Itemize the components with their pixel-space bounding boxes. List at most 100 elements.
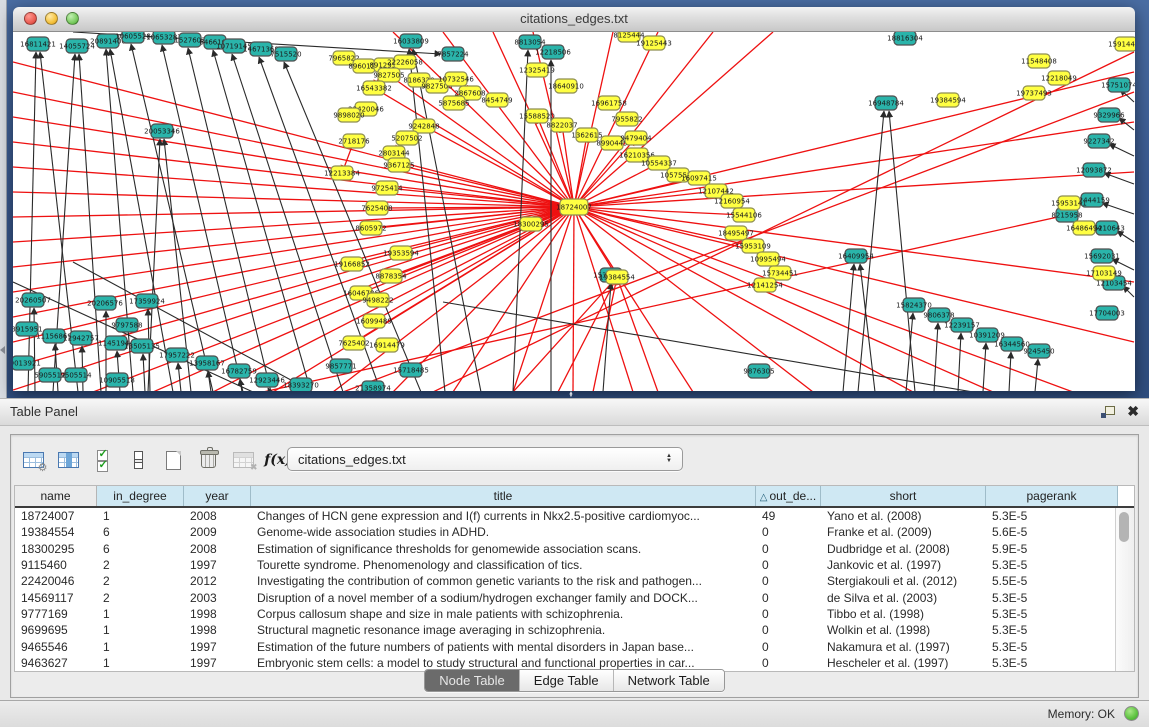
network-window-titlebar[interactable]: citations_edges.txt: [13, 7, 1135, 32]
graph-node-15692031[interactable]: 15692031: [1084, 249, 1120, 263]
graph-node-9505514[interactable]: 9505514: [60, 368, 92, 382]
table-row[interactable]: 1872400712008Changes of HCN gene express…: [15, 508, 1134, 524]
graph-node-18640910[interactable]: 18640910: [548, 79, 584, 93]
create-column-button[interactable]: [157, 444, 189, 476]
row-height-button[interactable]: [122, 444, 154, 476]
graph-node-7515520[interactable]: 7515520: [270, 47, 301, 61]
node-label: 9498222: [362, 296, 393, 304]
graph-node-3915951[interactable]: 3915951: [13, 322, 43, 336]
graph-node-8605972[interactable]: 8605972: [355, 221, 386, 235]
graph-node-2718176[interactable]: 2718176: [338, 134, 370, 148]
cell-out_de: 0: [756, 574, 821, 588]
graph-node-17359924[interactable]: 17359924: [129, 294, 165, 308]
graph-node-7857224[interactable]: 7857224: [437, 47, 469, 61]
graph-node-16033809[interactable]: 16033809: [393, 34, 429, 48]
graph-node-16409954[interactable]: 16409954: [838, 249, 874, 263]
graph-node-9876305[interactable]: 9876305: [743, 364, 774, 378]
node-label: 9857771: [325, 362, 356, 370]
graph-node-16811421[interactable]: 16811421: [20, 37, 56, 51]
graph-node-20053346[interactable]: 20053346: [144, 124, 180, 138]
column-header-name[interactable]: name: [15, 486, 97, 506]
node-label: 17359924: [129, 297, 165, 305]
table-vertical-scrollbar[interactable]: [1115, 508, 1134, 671]
graph-node-18393270[interactable]: 18393270: [283, 378, 319, 391]
collapse-arrow-icon[interactable]: [0, 346, 5, 354]
graph-node-8813054[interactable]: 8813054: [514, 35, 546, 49]
graph-node-8454749[interactable]: 8454749: [481, 93, 512, 107]
graph-node-18724007[interactable]: 18724007: [556, 199, 592, 215]
graph-node-15751074[interactable]: 15751074: [1101, 78, 1135, 92]
graph-node-9827505[interactable]: 9827505: [373, 68, 404, 82]
show-columns-button[interactable]: [52, 444, 84, 476]
table-row[interactable]: 1456911722003Disruption of a novel membe…: [15, 589, 1134, 605]
graph-node-7955822[interactable]: 7955822: [611, 112, 642, 126]
tab-network-table[interactable]: Network Table: [614, 670, 724, 691]
cell-short: Tibbo et al. (1998): [821, 607, 986, 621]
graph-node-12325419[interactable]: 12325419: [519, 63, 555, 77]
graph-node-9806378[interactable]: 9806378: [923, 308, 954, 322]
network-graph-canvas[interactable]: 1681142114055724208914061060552810653287…: [13, 32, 1135, 391]
graph-node-15914403[interactable]: 15914403: [1108, 37, 1135, 51]
graph-node-9498222[interactable]: 9498222: [362, 293, 393, 307]
graph-node-5207502[interactable]: 5207502: [391, 131, 422, 145]
graph-node-9227342[interactable]: 9227342: [1083, 134, 1114, 148]
graph-node-9725414[interactable]: 9725414: [371, 181, 403, 195]
graph-node-7625402[interactable]: 7625402: [338, 336, 369, 350]
graph-node-9797588[interactable]: 9797588: [111, 318, 142, 332]
node-label: 2803144: [378, 149, 410, 157]
table-row[interactable]: 946554611997Estimation of the future num…: [15, 638, 1134, 654]
node-label: 12141254: [747, 281, 783, 289]
graph-node-10995494[interactable]: 10995494: [750, 252, 786, 266]
column-header-pagerank[interactable]: pagerank: [986, 486, 1118, 506]
column-header-out_de[interactable]: △out_de...: [756, 486, 821, 506]
graph-node-17704003[interactable]: 17704003: [1089, 306, 1125, 320]
select-columns-button[interactable]: [87, 444, 119, 476]
graph-node-20206576[interactable]: 20206576: [87, 296, 123, 310]
graph-node-9857771[interactable]: 9857771: [325, 359, 356, 373]
table-panel: Table Panel ✖ f(x) citations_edges.txt ▲…: [0, 398, 1149, 700]
column-header-in_degree[interactable]: in_degree: [97, 486, 184, 506]
left-divider-strip[interactable]: [0, 0, 7, 398]
memory-status-label: Memory: OK: [1048, 707, 1115, 721]
graph-node-15718485[interactable]: 15718485: [393, 363, 429, 377]
graph-node-21358974[interactable]: 21358974: [355, 381, 391, 391]
float-panel-icon[interactable]: [1101, 406, 1115, 418]
citation-edge-red: [558, 277, 617, 391]
scrollbar-thumb[interactable]: [1119, 512, 1129, 542]
graph-node-9898020[interactable]: 9898020: [333, 108, 364, 122]
table-row[interactable]: 969969511998Structural magnetic resonanc…: [15, 622, 1134, 638]
graph-node-7625408[interactable]: 7625408: [361, 201, 392, 215]
graph-node-9245450[interactable]: 9245450: [1023, 344, 1054, 358]
graph-node-19013921[interactable]: 19013921: [13, 356, 41, 370]
graph-node-15544106[interactable]: 15544106: [726, 208, 762, 222]
graph-node-9329966[interactable]: 9329966: [1093, 108, 1125, 122]
column-header-title[interactable]: title: [251, 486, 756, 506]
close-panel-icon[interactable]: ✖: [1127, 403, 1139, 419]
graph-node-8822037[interactable]: 8822037: [546, 118, 577, 132]
graph-node-15824370[interactable]: 15824370: [896, 298, 932, 312]
table-row[interactable]: 911546021997Tourette syndrome. Phenomeno…: [15, 557, 1134, 573]
graph-node-19737493[interactable]: 19737493: [1016, 86, 1052, 100]
table-row[interactable]: 1938455462009Genome-wide association stu…: [15, 524, 1134, 540]
table-selector-combobox[interactable]: citations_edges.txt ▲▼: [287, 447, 683, 471]
table-mode-button[interactable]: [17, 444, 49, 476]
delete-column-button[interactable]: [192, 444, 224, 476]
graph-node-5875685[interactable]: 5875685: [438, 96, 469, 110]
table-row[interactable]: 2242004622012Investigating the contribut…: [15, 573, 1134, 589]
combobox-steppers-icon: ▲▼: [660, 454, 682, 464]
graph-node-19166852[interactable]: 19166852: [334, 257, 370, 271]
tab-edge-table[interactable]: Edge Table: [520, 670, 614, 691]
table-row[interactable]: 977716911998Corpus callosum shape and si…: [15, 606, 1134, 622]
graph-node-16948784[interactable]: 16948784: [868, 96, 904, 110]
table-row[interactable]: 1830029562008Estimation of significance …: [15, 541, 1134, 557]
column-header-short[interactable]: short: [821, 486, 986, 506]
graph-node-10905518[interactable]: 10905518: [99, 373, 135, 387]
graph-node-9367125[interactable]: 9367125: [383, 158, 414, 172]
graph-node-19384594[interactable]: 19384594: [930, 93, 966, 107]
tab-node-table[interactable]: Node Table: [425, 670, 520, 691]
column-header-year[interactable]: year: [184, 486, 251, 506]
graph-node-20260507[interactable]: 20260507: [15, 293, 51, 307]
graph-node-16543382[interactable]: 16543382: [356, 81, 392, 95]
graph-node-18816304[interactable]: 18816304: [887, 32, 923, 45]
graph-node-11548408[interactable]: 11548408: [1021, 54, 1057, 68]
